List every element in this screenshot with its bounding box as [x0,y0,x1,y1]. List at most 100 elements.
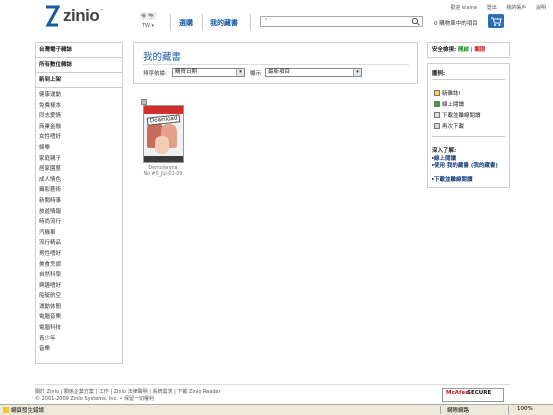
legend-item: 下載並離線閱讀 [434,111,481,119]
learn-read-online-link[interactable]: 線上閱讀 [431,156,506,163]
sidebar-item[interactable]: 興趣嗜好 [36,281,122,292]
my-account-link[interactable]: 我的帳戶 [506,5,526,11]
magazine-tile[interactable]: Download Demolanma No #0_Jul-01-09 [141,99,184,182]
sidebar-item[interactable]: 健康運動 [36,90,122,101]
sidebar-item[interactable]: 新聞時事 [36,196,122,207]
search-icon[interactable] [410,17,422,26]
new-magazine-icon [434,90,440,96]
legend-divider [432,79,505,80]
sidebar-item[interactable]: 音樂 [36,344,122,355]
cart-link[interactable]: 0 購物車中的項目 [434,19,478,27]
sidebar-item[interactable]: 電腦音樂 [36,312,122,323]
read-online-icon [434,101,440,107]
sidebar-item[interactable]: 電腦科技 [36,323,122,334]
cover-masthead [144,106,183,114]
sidebar-item[interactable]: 免費樣本 [36,101,122,112]
page-footer: 關於 Zinio | 關係企業方案 | 工作 | Zinio 法律聲明 | 系統… [35,384,510,404]
nav-my-library[interactable]: 我的藏書 [210,18,238,28]
browser-status-bar: 網頁發生錯誤 網際網路 100% [0,404,553,415]
status-text[interactable]: 網頁發生錯誤 [11,406,44,414]
magazine-issue: No #0_Jul-01-09 [143,172,183,177]
legend-label: 下載並離線閱讀 [442,113,481,119]
sidebar-item[interactable]: 家庭親子 [36,154,122,165]
sidebar-item[interactable]: 同志愛情 [36,111,122,122]
show-select[interactable]: 最新項目 ▾ [265,68,362,77]
sidebar-item[interactable]: 男性嗜好 [36,249,122,260]
sidebar-item[interactable]: 時尚流行 [36,217,122,228]
sidebar-item[interactable]: 成人情色 [36,175,122,186]
footer-links[interactable]: 關於 Zinio | 關係企業方案 | 工作 | Zinio 法律聲明 | 系統… [35,388,221,395]
sidebar-item[interactable]: 流行精品 [36,238,122,249]
safe-view-box: 安全檢視: 開啟 | 關閉 [427,42,510,58]
cover-footer [144,156,183,162]
legend-title: 圖例: [432,71,446,77]
sidebar-group-taiwan[interactable]: 台灣電子雜誌 [36,43,122,58]
title-divider [142,64,409,65]
sort-select[interactable]: 購買日期 ▾ [172,68,245,77]
learn-download-link[interactable]: 下載並離線閱讀 [431,177,506,184]
magazine-name[interactable]: Demolanma [135,166,191,171]
sort-label: 排序依據: [143,71,167,77]
sidebar-group-new[interactable]: 新到上架 [36,73,122,88]
zinio-logo[interactable]: zinio ™ [44,4,104,30]
legend-item: 再次下載 [434,122,464,130]
sidebar-item[interactable]: 運動休閒 [36,302,122,313]
legend-label: 線上閱讀 [442,102,465,108]
cover-photo [155,136,169,154]
learn-more-title: 深入了解: [432,148,457,154]
help-link[interactable]: 說明 [536,5,546,11]
shopping-cart-icon [491,17,502,26]
learn-my-library-link[interactable]: 使用 我的藏書 (我的藏書) [431,163,506,170]
sidebar-item[interactable]: 青少年 [36,334,122,345]
library-panel: 我的藏書 排序依據: 購買日期 ▾ 顯示 最新項目 ▾ [133,42,418,84]
cart-button[interactable] [488,14,504,28]
chevron-down-icon: ▾ [236,69,244,76]
safe-view-on[interactable]: 開啟 [458,47,469,53]
mcafee-secure-badge[interactable]: McAfee SECURE [442,388,504,402]
magazine-cover[interactable]: Download [143,105,184,163]
nav-divider [202,14,203,30]
nav-shop[interactable]: 選購 [179,18,193,28]
search-input[interactable]: " [260,16,423,27]
security-zone: 網際網路 [447,408,470,414]
legend-label: 新雜誌! [442,91,461,97]
sidebar-item[interactable]: 汽機車 [36,228,122,239]
sidebar-item[interactable]: 旅遊情報 [36,207,122,218]
sidebar-item[interactable]: 攝影藝術 [36,185,122,196]
safe-view-sep: | [470,47,473,53]
account-links: 歡迎 elaine 登出 我的帳戶 說明 [442,4,546,11]
sidebar-item[interactable]: 船艇航空 [36,291,122,302]
category-list: 健康運動 免費樣本 同志愛情 商業金融 女性嗜好 娛樂 家庭親子 居家園藝 成人… [36,88,122,355]
download-offline-icon [434,112,440,118]
safe-view-off[interactable]: 關閉 [474,47,485,53]
status-divider [440,406,441,414]
category-sidebar: 台灣電子雜誌 所有數位雜誌 新到上架 健康運動 免費樣本 同志愛情 商業金融 女… [35,42,123,364]
page: zinio ™ TW ▾ 選購 我的藏書 " 歡迎 elaine 登出 我的帳戶… [0,0,553,415]
sidebar-item[interactable]: 商業金融 [36,122,122,133]
region-selector[interactable]: TW ▾ [137,12,159,32]
legend-label: 再次下載 [442,124,465,130]
page-title: 我的藏書 [143,52,182,63]
region-label: TW ▾ [141,23,155,29]
zoom-level[interactable]: 100% [517,406,533,412]
sidebar-group-all[interactable]: 所有數位雜誌 [36,58,122,73]
legend-item: 新雜誌! [434,89,461,97]
sidebar-item[interactable]: 自然科學 [36,270,122,281]
globe-map-icon [140,12,156,20]
sidebar-item[interactable]: 娛樂 [36,143,122,154]
sidebar-item[interactable]: 美食烹調 [36,260,122,271]
logout-link[interactable]: 登出 [487,5,497,11]
download-badge: Download [146,114,181,126]
show-value: 最新項目 [268,69,291,75]
sidebar-item[interactable]: 居家園藝 [36,164,122,175]
welcome-text: 歡迎 elaine [450,5,478,11]
sort-value: 購買日期 [175,69,198,75]
sidebar-item[interactable]: 女性嗜好 [36,132,122,143]
logo-text: zinio [63,6,100,25]
mcafee-logo: McAfee [446,390,469,396]
warning-icon[interactable] [3,407,9,413]
zinio-logo-icon [45,5,60,27]
logo-trademark: ™ [100,8,104,13]
redownload-icon [434,123,440,129]
search-value: " [265,18,268,24]
